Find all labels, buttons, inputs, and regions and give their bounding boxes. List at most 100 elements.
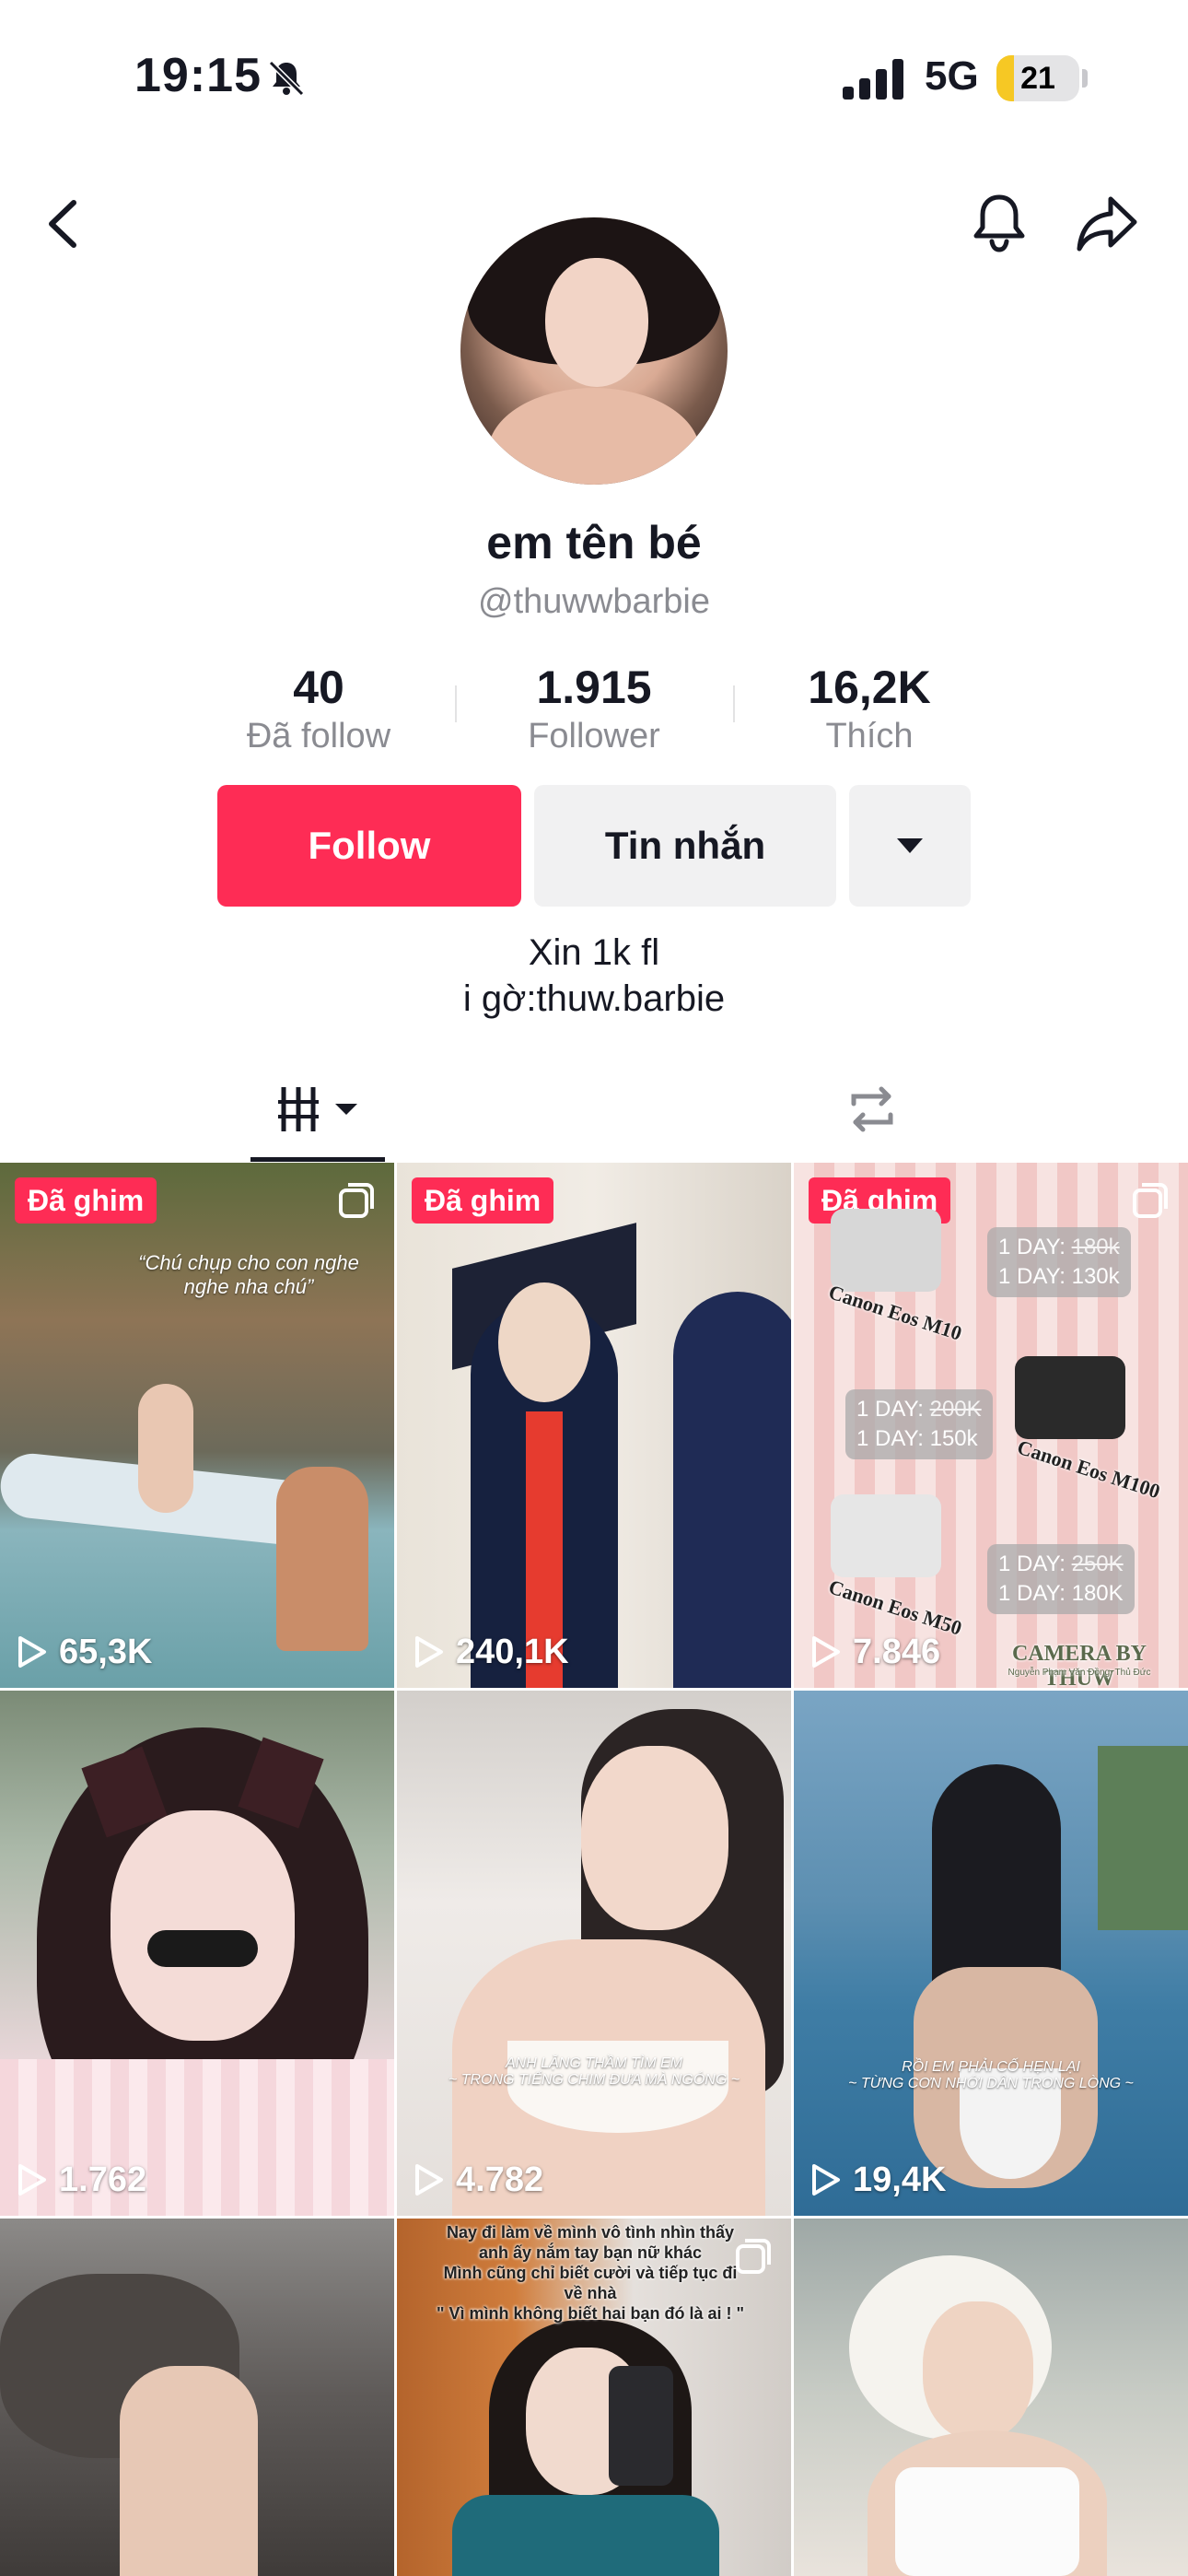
price-new: 1 DAY: 180K — [998, 1581, 1124, 1606]
tab-videos[interactable] — [0, 1060, 594, 1161]
view-count: 65,3K — [13, 1629, 152, 1675]
play-icon — [812, 2164, 840, 2195]
price-chip-label: 1 DAY: — [856, 1397, 924, 1422]
network-type: 5G — [925, 53, 979, 99]
battery-percent: 21 — [1020, 61, 1055, 96]
bell-icon[interactable] — [969, 190, 1030, 256]
phone — [609, 2366, 673, 2486]
stat-following[interactable]: 40 Đã follow — [208, 660, 429, 757]
video-thumbnail[interactable]: Đã ghim Canon Eos M10 Canon Eos M100 Can… — [794, 1163, 1188, 1688]
stat-followers[interactable]: 1.915 Follower — [483, 660, 705, 757]
multi-image-icon — [1133, 1183, 1168, 1218]
battery-indicator: 21 — [996, 55, 1079, 101]
price-new: 1 DAY: 130k — [998, 1264, 1120, 1289]
person-face — [581, 1746, 728, 1930]
stat-likes[interactable]: 16,2K Thích — [759, 660, 980, 757]
stat-likes-label: Thích — [825, 717, 914, 755]
video-caption: ANH LẶNG THẦM TÌM EM ~ TRONG TIẾNG CHIM … — [448, 2055, 740, 2088]
stat-followers-label: Follower — [528, 717, 660, 755]
avatar-body — [488, 388, 700, 485]
display-name: em tên bé — [486, 517, 702, 568]
view-count-text: 7.846 — [853, 1632, 941, 1671]
mustache-sticker — [147, 1930, 258, 1967]
avatar[interactable] — [460, 217, 728, 485]
video-grid: Đã ghim “Chú chụp cho con nghe nghe nha … — [0, 1163, 1188, 2576]
view-count-text: 4.782 — [456, 2160, 544, 2199]
multi-image-icon — [339, 1183, 374, 1218]
stat-divider — [733, 685, 735, 722]
camera-label: Canon Eos M100 — [1014, 1434, 1163, 1504]
repost-icon — [851, 1086, 893, 1132]
status-bar: 19:15 5G 21 — [0, 0, 1188, 157]
view-count-text: 240,1K — [456, 1632, 569, 1671]
brand-label: CAMERA BY THUW — [1011, 1642, 1147, 1688]
share-arrow-icon[interactable] — [1074, 192, 1140, 256]
play-icon — [18, 2164, 46, 2195]
video-caption: “Chú chụp cho con nghe nghe nha chú” — [138, 1251, 359, 1298]
person-figure — [120, 2366, 258, 2576]
price-old: 200K — [929, 1397, 982, 1422]
follow-button[interactable]: Follow — [217, 785, 521, 907]
video-thumbnail[interactable] — [0, 2219, 394, 2576]
signal-icon — [843, 59, 903, 100]
price-new: 1 DAY: 150k — [856, 1426, 978, 1451]
price-old: 180k — [1071, 1235, 1120, 1259]
address-label: Nguyễn Phạm Văn Đồng, Thủ Đức — [1007, 1668, 1151, 1678]
camera-image — [831, 1209, 941, 1292]
play-icon — [18, 1636, 46, 1668]
camera-image — [831, 1494, 941, 1577]
view-count-text: 19,4K — [853, 2160, 947, 2199]
video-thumbnail[interactable]: Đã ghim 240,1K — [397, 1163, 791, 1688]
tab-reposts[interactable] — [594, 1060, 1188, 1161]
price-chip: 1 DAY: 180k 1 DAY: 130k — [987, 1227, 1131, 1297]
bio-line-2: i gờ:thuw.barbie — [462, 978, 726, 1019]
video-thumbnail[interactable]: RỒI EM PHẢI CỐ HẸN LẠI ~ TỪNG CƠN NHỚI D… — [794, 1691, 1188, 2216]
view-count: 7.846 — [807, 1629, 940, 1675]
stat-following-value: 40 — [293, 662, 344, 713]
pinned-badge: Đã ghim — [412, 1177, 554, 1224]
video-thumbnail[interactable]: ANH LẶNG THẦM TÌM EM ~ TRONG TIẾNG CHIM … — [397, 1691, 791, 2216]
pinned-badge: Đã ghim — [15, 1177, 157, 1224]
person-face — [111, 1810, 295, 2041]
view-count: 240,1K — [410, 1629, 569, 1675]
status-time: 19:15 — [134, 49, 262, 102]
tab-active-indicator — [250, 1157, 385, 1162]
video-caption: RỒI EM PHẢI CỐ HẸN LẠI ~ TỪNG CƠN NHỚI D… — [848, 2059, 1134, 2091]
message-button[interactable]: Tin nhắn — [534, 785, 836, 907]
person-figure — [138, 1384, 193, 1513]
play-icon — [415, 2164, 443, 2195]
video-thumbnail[interactable]: 1.762 — [0, 1691, 394, 2216]
stat-divider — [455, 685, 457, 722]
video-thumbnail[interactable]: Đã ghim “Chú chụp cho con nghe nghe nha … — [0, 1163, 394, 1688]
grid-icon — [278, 1087, 357, 1131]
back-arrow-icon[interactable] — [37, 193, 92, 254]
stat-following-label: Đã follow — [246, 717, 391, 755]
more-options-button[interactable] — [849, 785, 971, 907]
person-face — [498, 1282, 590, 1402]
swimsuit — [895, 2467, 1079, 2576]
bio-line-1: Xin 1k fl — [528, 932, 660, 973]
view-count-text: 65,3K — [59, 1632, 153, 1671]
view-count: 4.782 — [410, 2157, 543, 2203]
price-chip-label: 1 DAY: — [998, 1235, 1066, 1259]
price-chip-label: 1 DAY: — [998, 1551, 1066, 1576]
play-icon — [812, 1636, 840, 1668]
battery-tip — [1082, 69, 1088, 88]
view-count-text: 1.762 — [59, 2160, 147, 2199]
person-figure — [276, 1467, 368, 1651]
view-count: 1.762 — [13, 2157, 146, 2203]
video-thumbnail[interactable]: Nay đi làm về mình vô tình nhìn thấy anh… — [397, 2219, 791, 2576]
play-icon — [415, 1636, 443, 1668]
camera-image — [1015, 1356, 1125, 1439]
price-chip: 1 DAY: 200K 1 DAY: 150k — [845, 1389, 993, 1459]
stat-followers-value: 1.915 — [536, 662, 652, 713]
price-old: 250K — [1071, 1551, 1124, 1576]
username: @thuwwbarbie — [478, 582, 710, 621]
palm-leaves — [1098, 1746, 1188, 1930]
caret-down-icon — [897, 838, 923, 853]
price-chip: 1 DAY: 250K 1 DAY: 180K — [987, 1544, 1135, 1614]
video-thumbnail[interactable] — [794, 2219, 1188, 2576]
person-face — [923, 2301, 1033, 2440]
avatar-face — [545, 258, 648, 387]
stat-likes-value: 16,2K — [808, 662, 931, 713]
